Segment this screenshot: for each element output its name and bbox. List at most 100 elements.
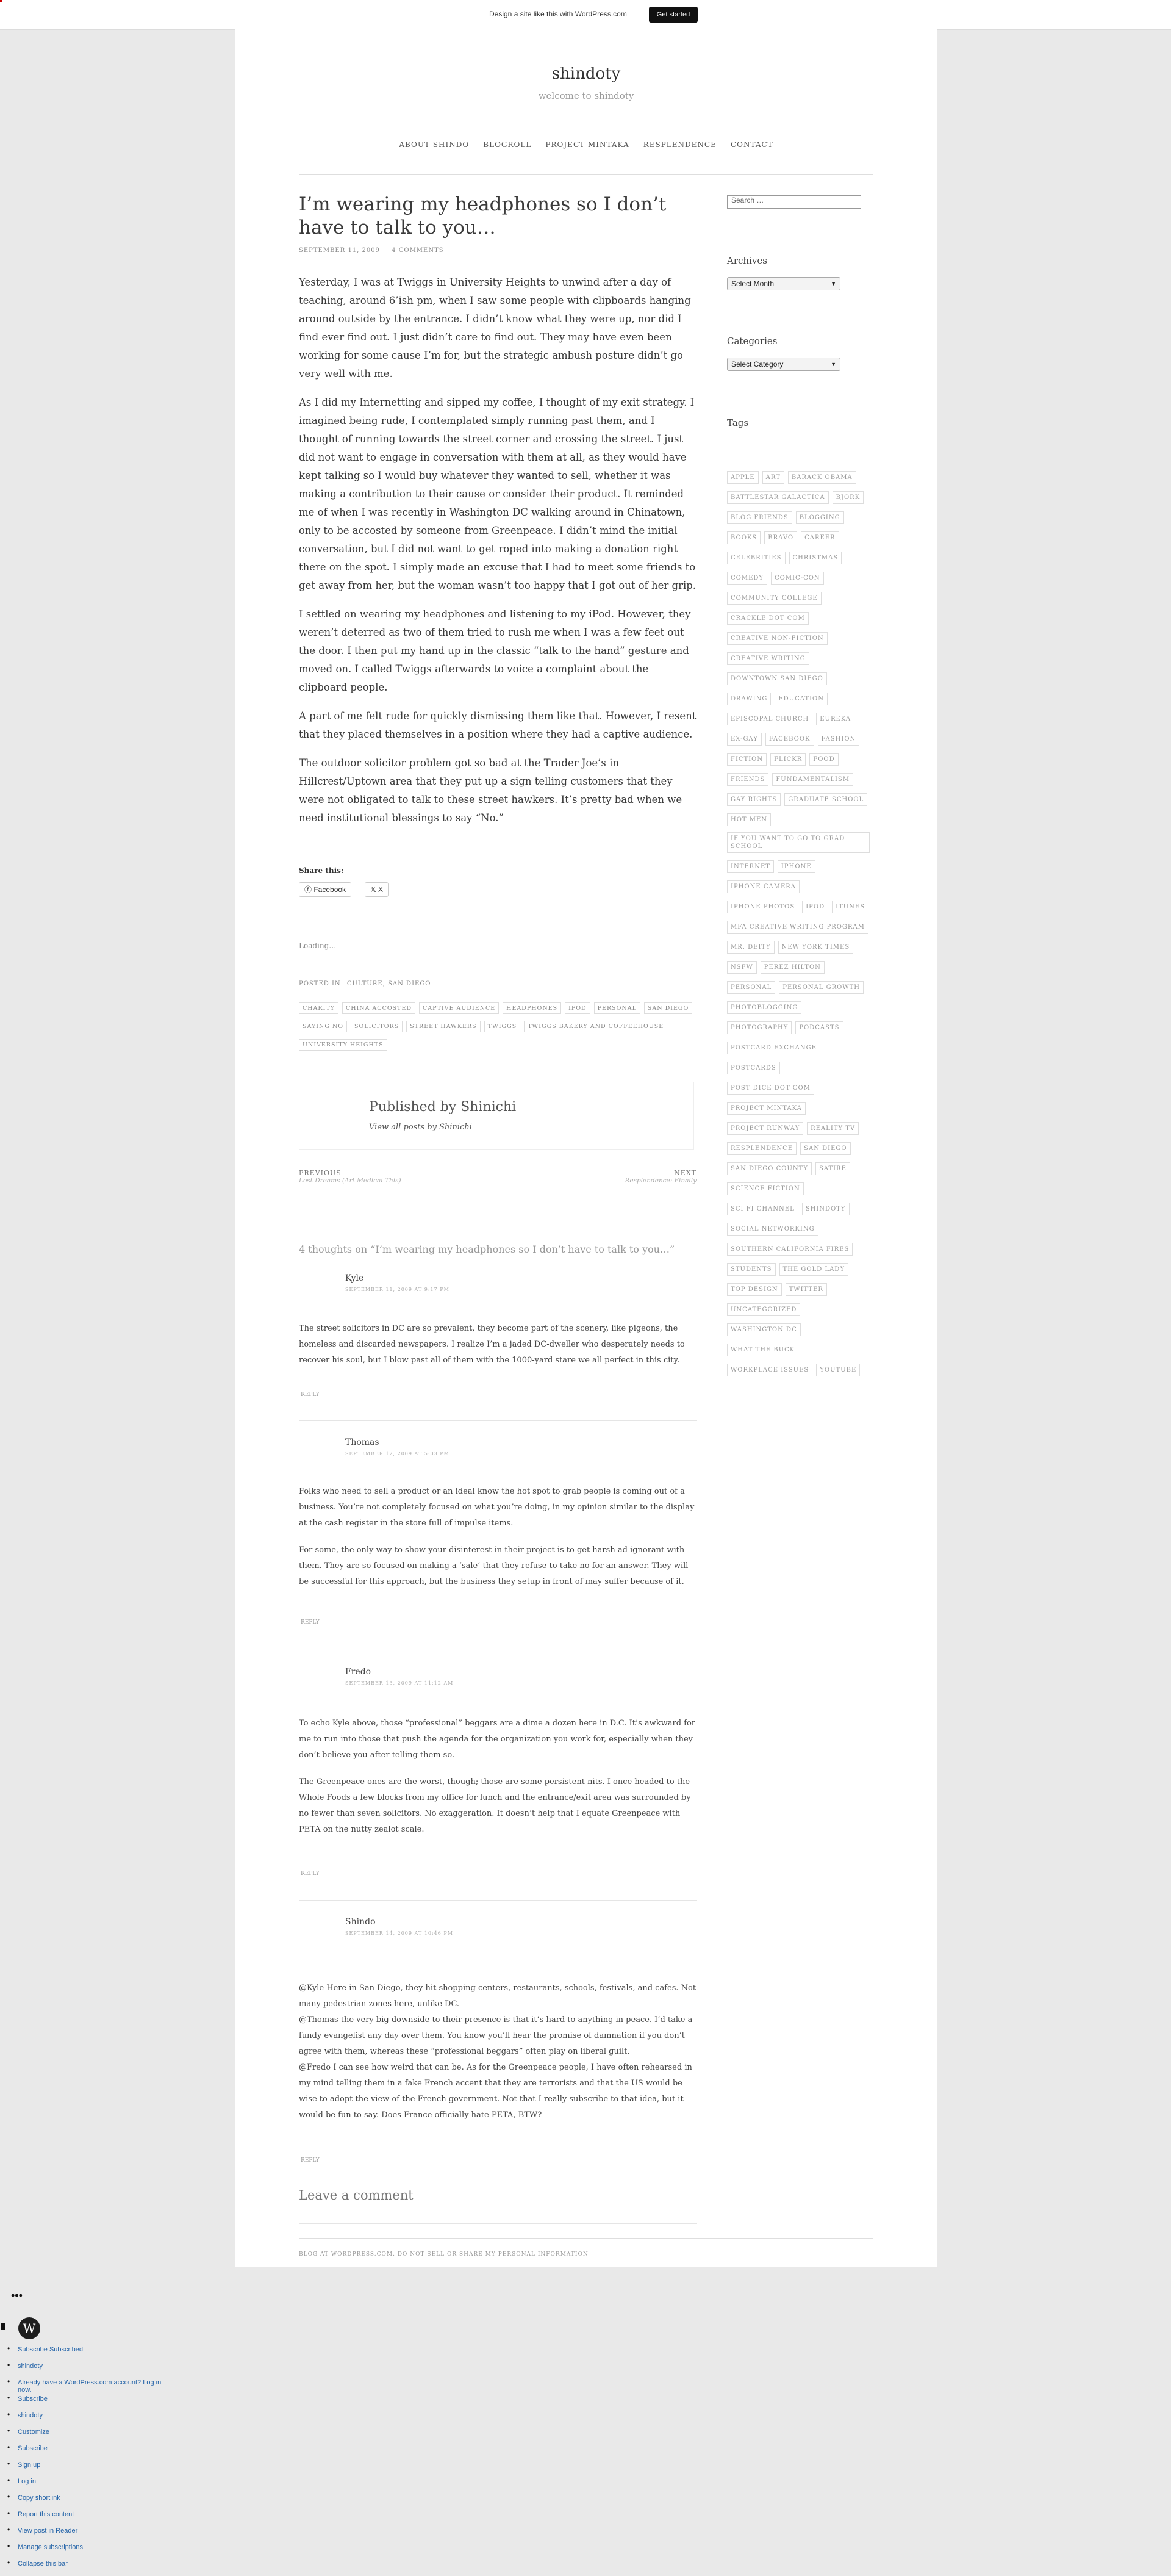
sidebar-tag[interactable]: FUNDAMENTALISM [772,773,854,786]
sidebar-tag[interactable]: BRAVO [764,531,798,544]
nav-item-about[interactable]: ABOUT SHINDO [395,138,473,151]
sidebar-tag[interactable]: TWITTER [785,1283,827,1296]
nav-item-contact[interactable]: CONTACT [727,138,777,151]
post-tag[interactable]: TWIGGS BAKERY AND COFFEEHOUSE [524,1021,668,1032]
sidebar-tag[interactable]: ART [762,471,784,484]
sidebar-tag[interactable]: UNCATEGORIZED [727,1303,801,1316]
sidebar-tag[interactable]: TOP DESIGN [727,1283,782,1296]
sidebar-tag[interactable]: COMIC-CON [771,572,824,585]
admin-action-item[interactable]: shindoty [7,2410,174,2428]
post-tag[interactable]: SOLICITORS [351,1021,403,1032]
sidebar-tag[interactable]: ITUNES [832,901,869,913]
sidebar-tag[interactable]: RESPLENDENCE [727,1142,797,1155]
admin-action-item[interactable]: Sign up [7,2459,174,2477]
sidebar-tag[interactable]: CREATIVE NON-FICTION [727,632,828,645]
comment-author[interactable]: Shindo [345,1917,376,1927]
post-tag[interactable]: SAN DIEGO [643,1002,693,1014]
view-all-posts-link[interactable]: View all posts by Shinichi [369,1123,472,1132]
next-post-link[interactable]: NEXT Resplendence: Finally [503,1169,697,1189]
sidebar-tag[interactable]: PERSONAL GROWTH [779,981,864,994]
sidebar-tag[interactable]: FRIENDS [727,773,769,786]
post-comments-count[interactable]: 4 COMMENTS [392,247,443,254]
sidebar-tag[interactable]: YOUTUBE [816,1364,861,1376]
admin-action-item[interactable]: Subscribe [7,2394,174,2411]
sidebar-tag[interactable]: HOT MEN [727,813,772,826]
comment-date-link[interactable]: SEPTEMBER 11, 2009 AT 9:17 PM [345,1287,449,1292]
sidebar-tag[interactable]: SCIENCE FICTION [727,1182,804,1195]
categories-dropdown[interactable]: Select Category ▼ [727,358,840,371]
comment-date-link[interactable]: SEPTEMBER 14, 2009 AT 10:46 PM [345,1930,453,1936]
post-tag[interactable]: STREET HAWKERS [406,1021,481,1032]
admin-action-item[interactable]: shindoty [7,2361,174,2378]
admin-action-item[interactable]: Log in [7,2476,174,2494]
ipod-link[interactable]: iPod [589,608,611,620]
sidebar-tag[interactable]: EDUCATION [775,693,828,705]
reply-button[interactable]: REPLY [299,1869,321,1878]
post-tag[interactable]: HEADPHONES [503,1002,562,1014]
post-tag[interactable]: UNIVERSITY HEIGHTS [299,1039,387,1051]
sidebar-tag[interactable]: SAN DIEGO [800,1142,851,1155]
sidebar-tag[interactable]: IPHONE [777,860,815,873]
sidebar-tag[interactable]: SHINDOTY [801,1203,850,1215]
sidebar-tag[interactable]: MFA CREATIVE WRITING PROGRAM [727,921,868,934]
wordpress-logo-icon[interactable]: W [18,2317,40,2339]
share-facebook-button[interactable]: ⓕ Facebook [299,882,352,897]
sidebar-tag[interactable]: SCI FI CHANNEL [727,1203,798,1215]
sidebar-tag[interactable]: BLOG FRIENDS [727,511,792,524]
twiggs-link[interactable]: Twiggs [397,276,433,288]
reply-button[interactable]: REPLY [299,1391,321,1399]
sidebar-tag[interactable]: PROJECT MINTAKA [727,1102,806,1115]
reply-button[interactable]: REPLY [299,2156,321,2165]
sidebar-tag[interactable]: MR. DEITY [727,941,775,954]
sidebar-tag[interactable]: POST DICE DOT COM [727,1082,814,1095]
sidebar-tag[interactable]: PODCASTS [795,1021,843,1034]
sidebar-tag[interactable]: SATIRE [815,1162,850,1175]
nav-item-project-mintaka[interactable]: PROJECT MINTAKA [542,138,632,151]
sidebar-tag[interactable]: APPLE [727,471,759,484]
sidebar-tag[interactable]: CAREER [801,531,839,544]
sidebar-tag[interactable]: CHRISTMAS [789,552,842,564]
sidebar-tag[interactable]: EX-GAY [727,733,762,746]
sidebar-tag[interactable]: GRADUATE SCHOOL [784,793,868,806]
comment-date-link[interactable]: SEPTEMBER 12, 2009 AT 5:03 PM [345,1451,449,1456]
sidebar-tag[interactable]: BARACK OBAMA [787,471,856,484]
sidebar-tag[interactable]: CREATIVE WRITING [727,652,809,665]
sidebar-tag[interactable]: INTERNET [727,860,774,873]
hillcrest-link[interactable]: Hillcrest/Uptown [299,775,387,787]
previous-post-link[interactable]: PREVIOUS Lost Dreams (Art Medical This) [299,1169,499,1189]
sidebar-tag[interactable]: PERSONAL [727,981,776,994]
admin-action-item[interactable]: Customize [7,2427,174,2444]
admin-action-item[interactable]: Already have a WordPress.com account? Lo… [7,2377,174,2395]
sidebar-tag[interactable]: BLOGGING [795,511,844,524]
comment-author[interactable]: Fredo [345,1667,371,1677]
sidebar-tag[interactable]: BJORK [832,491,864,504]
sidebar-tag[interactable]: WASHINGTON DC [727,1323,801,1336]
get-started-button[interactable]: Get started [649,7,698,23]
post-tag[interactable]: TWIGGS [484,1021,521,1032]
sidebar-tag[interactable]: PHOTOGRAPHY [727,1021,792,1034]
admin-action-item[interactable]: Collapse this bar [7,2558,174,2576]
sidebar-tag[interactable]: EPISCOPAL CHURCH [727,713,813,725]
sidebar-tag[interactable]: FOOD [809,753,839,766]
greenpeace-link[interactable]: Greenpeace [492,525,553,536]
sidebar-tag[interactable]: POSTCARD EXCHANGE [727,1042,820,1054]
category-link[interactable]: SAN DIEGO [388,980,431,987]
sidebar-tag[interactable]: FACEBOOK [765,733,814,746]
post-tag[interactable]: CAPTIVE AUDIENCE [419,1002,500,1014]
trader-joes-link[interactable]: Trader Joe’s [544,757,606,769]
sidebar-tag[interactable]: WHAT THE BUCK [727,1344,799,1356]
footer-credits-link[interactable]: BLOG AT WORDPRESS.COM. DO NOT SELL OR SH… [299,2251,589,2258]
sidebar-tag[interactable]: NSFW [727,961,757,974]
sidebar-tag[interactable]: IPHONE CAMERA [727,880,800,893]
sidebar-tag[interactable]: SOUTHERN CALIFORNIA FIRES [727,1243,853,1256]
admin-action-item[interactable]: Manage subscriptions [7,2542,174,2560]
sidebar-tag[interactable]: THE GOLD LADY [779,1263,848,1276]
sidebar-tag[interactable]: BATTLESTAR GALACTICA [727,491,829,504]
sidebar-tag[interactable]: SOCIAL NETWORKING [727,1223,818,1236]
admin-action-item[interactable]: Copy shortlink [7,2492,174,2510]
post-tag[interactable]: CHARITY [299,1002,338,1014]
post-tag[interactable]: PERSONAL [593,1002,640,1014]
admin-action-item[interactable]: Subscribe [7,2443,174,2461]
comment-date-link[interactable]: SEPTEMBER 13, 2009 AT 11:12 AM [345,1680,453,1686]
sidebar-tag[interactable]: WORKPLACE ISSUES [727,1364,813,1376]
